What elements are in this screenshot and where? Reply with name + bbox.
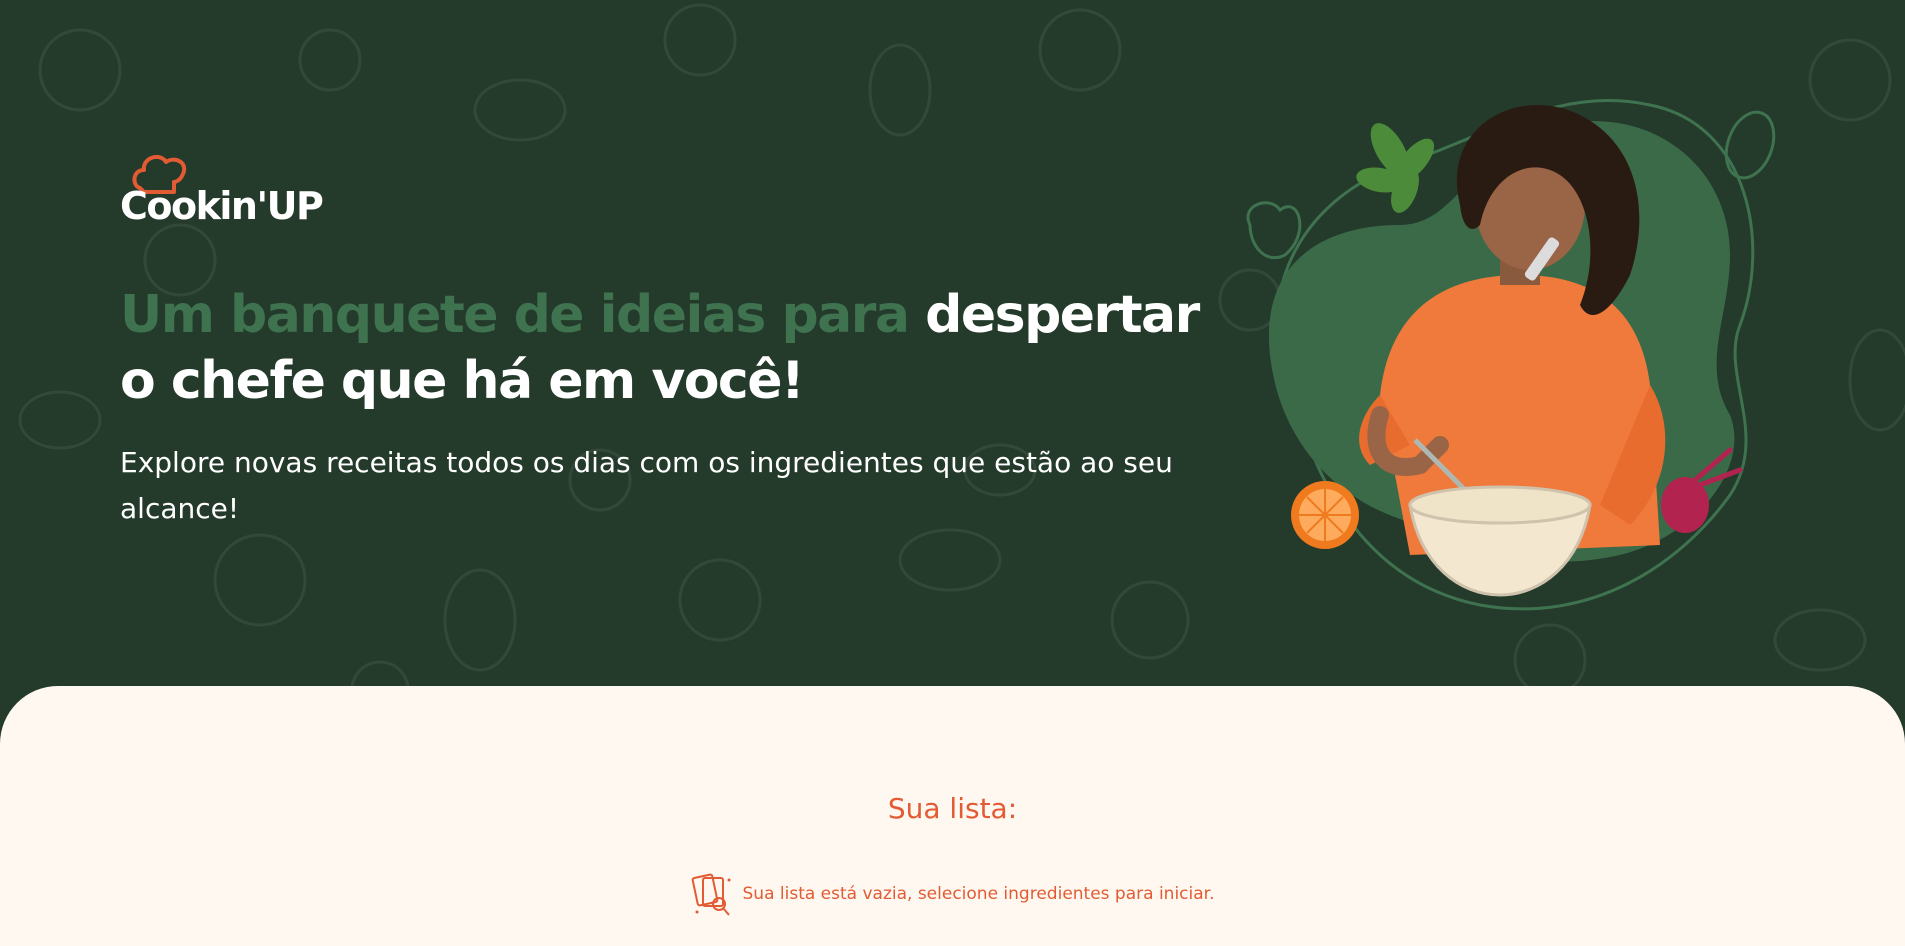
logo-wordmark: Cookin'UP <box>120 184 324 228</box>
hero-section: Cookin'UP Um banquete de ideias para des… <box>0 0 1905 720</box>
chef-woman-illustration <box>1246 98 1776 611</box>
ingredient-list-panel: Sua lista: Sua lista está vazia, selecio… <box>0 686 1905 946</box>
empty-list-message: Sua lista está vazia, selecione ingredie… <box>742 884 1215 904</box>
empty-list-state: Sua lista está vazia, selecione ingredie… <box>0 870 1905 918</box>
hero-subtitle: Explore novas receitas todos os dias com… <box>120 446 1173 525</box>
empty-list-icon <box>691 873 730 916</box>
cookinup-logo[interactable]: Cookin'UP <box>120 150 324 230</box>
hero-headline: Um banquete de ideias para despertar o c… <box>120 282 1200 414</box>
list-title: Sua lista: <box>887 792 1018 825</box>
headline-highlight: Um banquete de ideias para <box>120 285 910 345</box>
